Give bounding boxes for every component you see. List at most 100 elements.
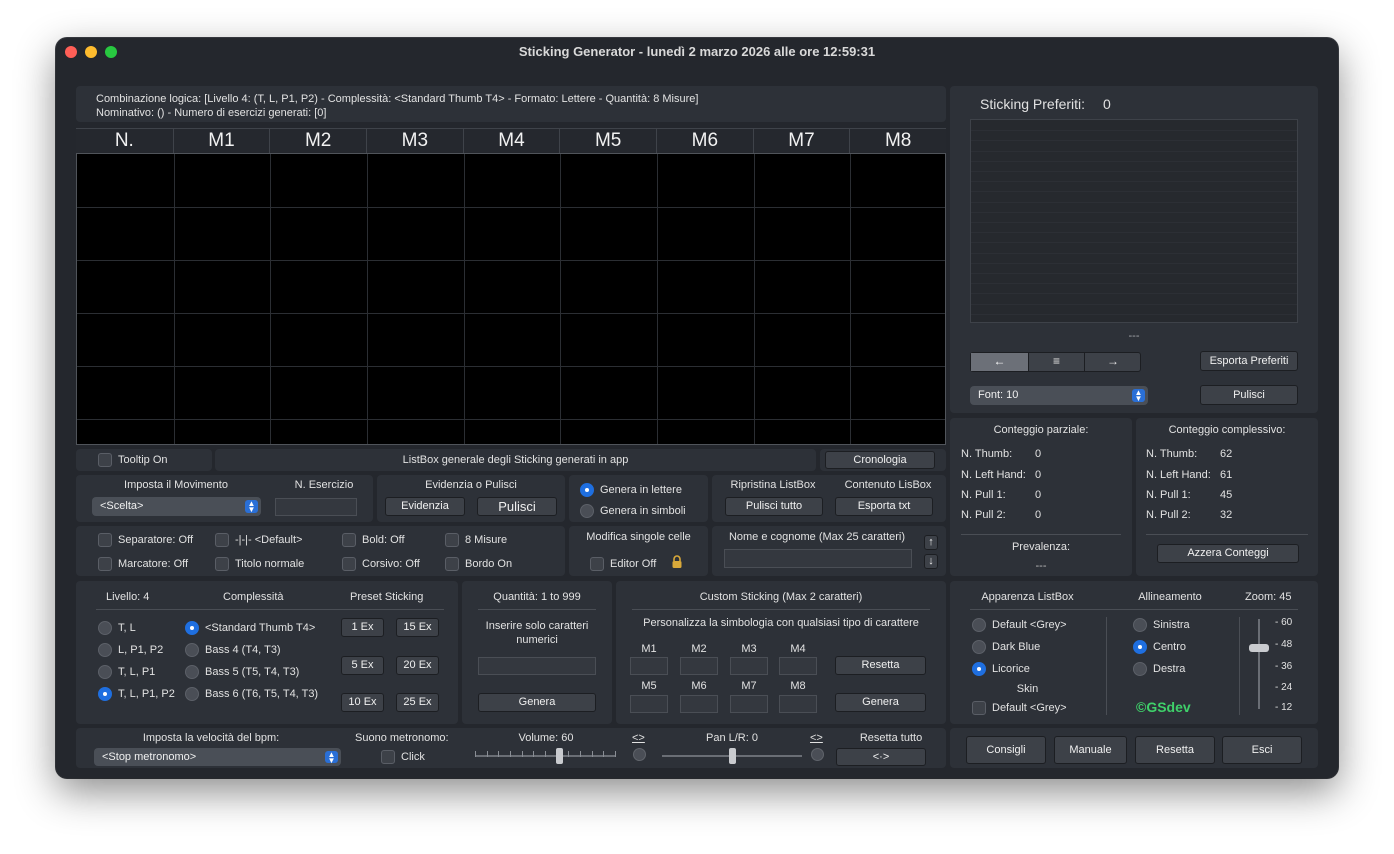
nav-left-icon[interactable]: ← [971, 353, 1028, 371]
movimento-select[interactable]: <Scelta> ▲ ▼ [92, 497, 261, 516]
custom-resetta-button[interactable]: Resetta [835, 656, 926, 675]
arrow-down-icon[interactable]: ↓ [924, 554, 938, 569]
esci-button[interactable]: Esci [1222, 736, 1302, 764]
livello-radio-2[interactable] [98, 665, 112, 679]
nav-menu-icon[interactable]: ≡ [1028, 353, 1085, 371]
esercizio-input[interactable] [275, 498, 357, 516]
custom-input-m4[interactable] [779, 657, 817, 675]
genera-simboli-radio[interactable] [580, 504, 594, 518]
separatore-checkbox[interactable] [98, 533, 112, 547]
column-header[interactable]: M5 [559, 129, 656, 153]
livello-radio-3[interactable] [98, 687, 112, 701]
allineamento-radio-0[interactable] [1133, 618, 1147, 632]
corsivo-checkbox[interactable] [342, 557, 356, 571]
nav-right-icon[interactable]: → [1085, 353, 1141, 371]
livello-radio-1[interactable] [98, 643, 112, 657]
azzera-conteggi-button[interactable]: Azzera Conteggi [1157, 544, 1299, 563]
skin-checkbox[interactable] [972, 701, 986, 715]
custom-input-m6[interactable] [680, 695, 718, 713]
consigli-button[interactable]: Consigli [966, 736, 1046, 764]
tooltip-checkbox[interactable] [98, 453, 112, 467]
sticking-listbox[interactable] [76, 153, 946, 445]
tooltip-panel: Tooltip On [76, 449, 212, 471]
volume-slider-thumb[interactable] [556, 748, 563, 764]
zoom-window-button[interactable] [105, 46, 117, 58]
resetta-tutto-button[interactable]: <·> [836, 748, 926, 766]
column-header[interactable]: M2 [269, 129, 366, 153]
metronome-panel: Imposta la velocità del bpm: <Stop metro… [76, 728, 946, 768]
minimize-window-button[interactable] [85, 46, 97, 58]
parziale-value-2: 0 [1035, 489, 1042, 501]
custom-input-m3[interactable] [730, 657, 768, 675]
nome-input[interactable] [724, 549, 912, 568]
titolo-checkbox[interactable] [215, 557, 229, 571]
preferiti-listbox[interactable] [970, 119, 1298, 323]
bold-checkbox[interactable] [342, 533, 356, 547]
preset-1ex-button[interactable]: 1 Ex [341, 618, 384, 637]
pulisci-button[interactable]: Pulisci [477, 497, 557, 516]
arrow-up-icon[interactable]: ↑ [924, 535, 938, 550]
column-header[interactable]: M6 [656, 129, 753, 153]
click-checkbox[interactable] [381, 750, 395, 764]
allineamento-radio-1[interactable] [1133, 640, 1147, 654]
pan-slider-thumb[interactable] [729, 748, 736, 764]
window-title: Sticking Generator - lunedì 2 marzo 2026… [518, 44, 876, 59]
apparenza-radio-0[interactable] [972, 618, 986, 632]
quantita-input[interactable] [478, 657, 596, 675]
column-header[interactable]: M1 [172, 129, 270, 153]
custom-input-m7[interactable] [730, 695, 768, 713]
custom-input-m1[interactable] [630, 657, 668, 675]
custom-input-m8[interactable] [779, 695, 817, 713]
volume-tick [498, 751, 500, 757]
font-select[interactable]: Font: 10 ▲ ▼ [970, 386, 1148, 405]
custom-genera-button[interactable]: Genera [835, 693, 926, 712]
column-header[interactable]: M3 [366, 129, 463, 153]
preset-20ex-button[interactable]: 20 Ex [396, 656, 439, 675]
resetta-button[interactable]: Resetta [1135, 736, 1215, 764]
bordo-checkbox[interactable] [445, 557, 459, 571]
volume-reset-icon[interactable] [633, 748, 646, 761]
column-header[interactable]: M8 [849, 129, 946, 153]
listbox-caption: ListBox generale degli Sticking generati… [402, 454, 629, 466]
apparenza-radio-1[interactable] [972, 640, 986, 654]
quantita-genera-button[interactable]: Genera [478, 693, 596, 712]
misure-checkbox[interactable] [445, 533, 459, 547]
pan-reset-icon[interactable] [811, 748, 824, 761]
preferiti-row-line [971, 140, 1297, 142]
cronologia-button[interactable]: Cronologia [825, 451, 935, 469]
complessita-radio-2[interactable] [185, 665, 199, 679]
editor-checkbox[interactable] [590, 557, 604, 571]
preset-5ex-button[interactable]: 5 Ex [341, 656, 384, 675]
esporta-preferiti-button[interactable]: Esporta Preferiti [1200, 351, 1298, 371]
preferiti-pulisci-button[interactable]: Pulisci [1200, 385, 1298, 405]
allineamento-radio-2[interactable] [1133, 662, 1147, 676]
complessita-radio-3[interactable] [185, 687, 199, 701]
volume-reset-link[interactable]: <> [632, 732, 645, 744]
pulisci-tutto-button[interactable]: Pulisci tutto [725, 497, 823, 516]
evidenzia-button[interactable]: Evidenzia [385, 497, 465, 516]
manuale-button[interactable]: Manuale [1054, 736, 1127, 764]
column-header[interactable]: M7 [752, 129, 850, 153]
preset-10ex-button[interactable]: 10 Ex [341, 693, 384, 712]
bpm-select[interactable]: <Stop metronomo> ▲ ▼ [94, 748, 341, 766]
column-header[interactable]: N. [76, 129, 173, 153]
preset-25ex-button[interactable]: 25 Ex [396, 693, 439, 712]
preset-15ex-button[interactable]: 15 Ex [396, 618, 439, 637]
marcatore-checkbox[interactable] [98, 557, 112, 571]
complessita-radio-1[interactable] [185, 643, 199, 657]
apparenza-radio-2[interactable] [972, 662, 986, 676]
pan-reset-link[interactable]: <> [810, 732, 823, 744]
custom-input-m5[interactable] [630, 695, 668, 713]
genera-lettere-radio[interactable] [580, 483, 594, 497]
zoom-slider-thumb[interactable] [1249, 643, 1269, 652]
column-header[interactable]: M4 [462, 129, 560, 153]
close-window-button[interactable] [65, 46, 77, 58]
custom-input-m2[interactable] [680, 657, 718, 675]
preferiti-count: 0 [1103, 96, 1111, 112]
preferiti-placeholder: --- [1128, 330, 1140, 342]
default-sep-checkbox[interactable] [215, 533, 229, 547]
livello-radio-0[interactable] [98, 621, 112, 635]
zoom-slider-track[interactable] [1258, 619, 1260, 709]
esporta-txt-button[interactable]: Esporta txt [835, 497, 933, 516]
complessita-radio-0[interactable] [185, 621, 199, 635]
